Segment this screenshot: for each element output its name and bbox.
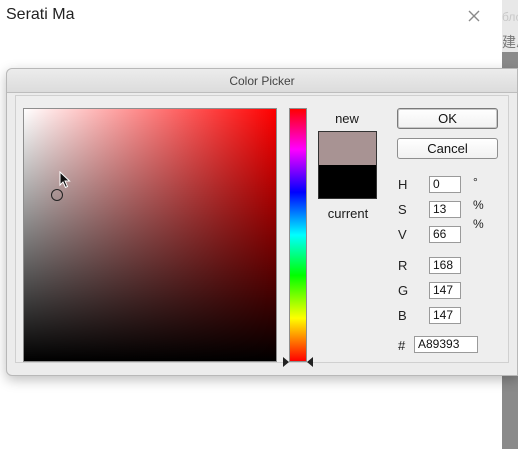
hex-input[interactable]: A89393 (414, 336, 478, 353)
new-color-swatch (319, 132, 376, 165)
hue-input[interactable]: 0 (429, 176, 461, 193)
red-input[interactable]: 168 (429, 257, 461, 274)
cancel-button[interactable]: Cancel (397, 138, 498, 159)
degree-unit: ° (473, 175, 478, 189)
green-label: G (398, 283, 409, 298)
background-text-fragment: 建总 (502, 34, 518, 50)
ok-button[interactable]: OK (397, 108, 498, 129)
mouse-pointer-icon (59, 170, 71, 188)
new-color-label: new (335, 111, 359, 126)
saturation-brightness-field[interactable] (23, 108, 277, 362)
red-label: R (398, 258, 408, 273)
field-black-gradient (24, 109, 276, 361)
dialog-titlebar[interactable]: Color Picker (7, 69, 517, 93)
hue-slider[interactable] (289, 108, 307, 362)
blue-label: B (398, 308, 407, 323)
hue-label: H (398, 177, 408, 192)
background-window-title: Serati Ma (6, 6, 75, 23)
color-swatch (318, 131, 377, 199)
background-text-fragment: бло (502, 10, 518, 24)
green-input[interactable]: 147 (429, 282, 461, 299)
current-color-swatch[interactable] (319, 165, 376, 198)
saturation-percent-unit: % (473, 198, 484, 212)
color-picker-dialog: Color Picker new current OK Cancel H 0 °… (6, 68, 518, 376)
brightness-label: V (398, 227, 407, 242)
hue-slider-left-arrow-icon[interactable] (283, 357, 289, 367)
current-color-label: current (327, 206, 369, 221)
hex-label: # (398, 338, 406, 353)
saturation-label: S (398, 202, 407, 217)
brightness-input[interactable]: 66 (429, 226, 461, 243)
brightness-percent-unit: % (473, 217, 484, 231)
hue-slider-right-arrow-icon[interactable] (307, 357, 313, 367)
blue-input[interactable]: 147 (429, 307, 461, 324)
close-icon[interactable] (466, 8, 482, 24)
saturation-input[interactable]: 13 (429, 201, 461, 218)
color-marker[interactable] (50, 188, 63, 201)
dialog-title: Color Picker (229, 74, 295, 88)
